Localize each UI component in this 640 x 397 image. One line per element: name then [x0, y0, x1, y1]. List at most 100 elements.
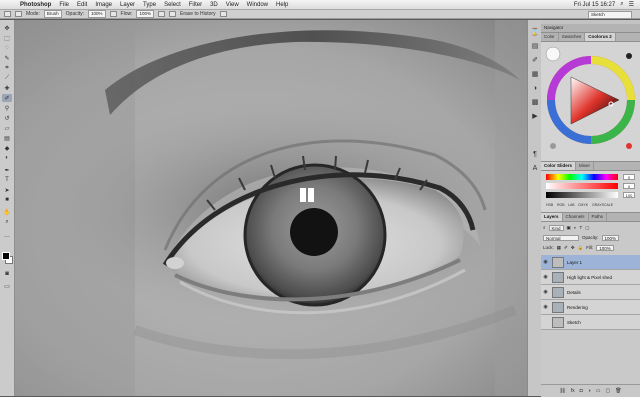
- lasso-icon[interactable]: ◌: [2, 44, 12, 52]
- airbrush-icon[interactable]: [158, 11, 165, 17]
- filter-shape-icon[interactable]: ▢: [585, 225, 589, 231]
- layer-row[interactable]: ◉ Details: [541, 285, 640, 300]
- filter-type-icon[interactable]: T: [580, 225, 583, 230]
- tab-swatches[interactable]: Swatches: [559, 33, 586, 41]
- link-layers-icon[interactable]: ⛓: [559, 388, 565, 394]
- brush-panel-icon[interactable]: ✐: [530, 56, 540, 65]
- mode-cmyk-button[interactable]: CMYK: [578, 202, 588, 208]
- mode-select[interactable]: Brush: [43, 10, 62, 18]
- kind-filter-select[interactable]: Kind: [548, 224, 564, 231]
- crop-icon[interactable]: ⌗: [2, 64, 12, 72]
- lock-paint-icon[interactable]: ✐: [564, 245, 568, 251]
- menu-select[interactable]: Select: [164, 2, 181, 8]
- adjustments-icon[interactable]: ◑: [530, 84, 540, 93]
- actions-icon[interactable]: ▶: [530, 112, 540, 121]
- spotlight-icon[interactable]: ⌕: [620, 1, 623, 8]
- quick-select-icon[interactable]: ✎: [2, 54, 12, 62]
- marquee-icon[interactable]: ⬚: [2, 34, 12, 42]
- screen-mode-icon[interactable]: ▭: [2, 282, 12, 290]
- brush-preset-icon[interactable]: [15, 11, 22, 17]
- history-brush-icon[interactable]: ↺: [2, 114, 12, 122]
- menu-window[interactable]: Window: [247, 2, 268, 8]
- styles-icon[interactable]: ▩: [530, 98, 540, 107]
- tab-layers[interactable]: Layers: [541, 213, 563, 221]
- app-menu[interactable]: Photoshop: [20, 2, 51, 8]
- menu-3d[interactable]: 3D: [210, 2, 218, 8]
- hue-value[interactable]: 0: [623, 174, 635, 180]
- filter-adjustment-icon[interactable]: ◐: [574, 225, 577, 230]
- erase-history-checkbox[interactable]: [169, 11, 176, 17]
- brush-icon[interactable]: ✐: [2, 94, 12, 102]
- properties-panel-icon[interactable]: ▤: [530, 42, 540, 51]
- mode-grayscale-button[interactable]: GRAYSCALE: [592, 202, 613, 208]
- tab-mixer[interactable]: Mixer: [576, 162, 595, 170]
- new-group-icon[interactable]: ▭: [596, 388, 601, 394]
- visibility-eye-icon[interactable]: ◉: [541, 304, 550, 310]
- edit-toolbar-icon[interactable]: …: [2, 232, 12, 240]
- brush-presets-icon[interactable]: ▦: [530, 70, 540, 79]
- brightness-slider[interactable]: 100: [546, 192, 638, 198]
- selected-hue-dot[interactable]: [626, 143, 632, 149]
- menu-view[interactable]: View: [226, 2, 239, 8]
- lock-all-icon[interactable]: 🔒: [578, 245, 584, 251]
- dodge-icon[interactable]: ◐: [2, 154, 12, 162]
- blend-mode-select[interactable]: Normal: [543, 234, 579, 241]
- gradient-icon[interactable]: ▤: [2, 134, 12, 142]
- mode-rgb-button[interactable]: RGB: [557, 202, 565, 208]
- character-icon[interactable]: A: [530, 164, 540, 173]
- navigator-panel-tab[interactable]: Navigator: [541, 24, 640, 33]
- eyedropper-icon[interactable]: ⟋: [2, 74, 12, 82]
- layer-mask-icon[interactable]: ◘: [580, 388, 583, 394]
- move-icon[interactable]: ✥: [2, 24, 12, 32]
- paragraph-icon[interactable]: ¶: [530, 150, 540, 159]
- saturation-value[interactable]: 0: [623, 183, 635, 189]
- tab-coolorus[interactable]: Coolorus 2: [585, 33, 616, 41]
- menu-file[interactable]: File: [59, 2, 69, 8]
- pressure-opacity-icon[interactable]: [109, 11, 117, 17]
- saturation-slider[interactable]: 0: [546, 183, 638, 189]
- visibility-eye-icon[interactable]: ◉: [541, 259, 550, 265]
- visibility-eye-icon[interactable]: ◉: [541, 274, 550, 280]
- tab-paths[interactable]: Paths: [589, 213, 608, 221]
- notification-icon[interactable]: ☰: [629, 1, 634, 8]
- layer-row[interactable]: ◉ High light & Pixel shed: [541, 270, 640, 285]
- tab-channels[interactable]: Channels: [563, 213, 589, 221]
- current-color-swatch[interactable]: [545, 46, 561, 62]
- blur-icon[interactable]: ◆: [2, 144, 12, 152]
- path-select-icon[interactable]: ➤: [2, 186, 12, 194]
- pen-icon[interactable]: ✒: [2, 166, 12, 174]
- layer-row[interactable]: ◉ Layer 1: [541, 255, 640, 270]
- saturation-slider-bar[interactable]: [546, 183, 618, 189]
- brightness-slider-bar[interactable]: [546, 192, 618, 198]
- clone-stamp-icon[interactable]: ⚲: [2, 104, 12, 112]
- fill-field[interactable]: 100%: [596, 244, 614, 251]
- tool-preset-icon[interactable]: [4, 11, 11, 17]
- layer-row[interactable]: Sketch: [541, 315, 640, 330]
- lock-position-icon[interactable]: ✥: [571, 245, 575, 251]
- tab-color[interactable]: Color: [541, 33, 559, 41]
- menu-help[interactable]: Help: [276, 2, 288, 8]
- quick-mask-icon[interactable]: ◙: [2, 270, 12, 278]
- zoom-icon[interactable]: ⌕: [2, 218, 12, 226]
- opacity-field[interactable]: 100%: [88, 10, 106, 18]
- hue-slider-bar[interactable]: [546, 174, 618, 180]
- new-layer-icon[interactable]: ▢: [605, 388, 610, 394]
- layer-opacity-field[interactable]: 100%: [601, 234, 620, 241]
- tab-color-sliders[interactable]: Color Sliders: [541, 162, 577, 170]
- history-panel-icon[interactable]: ⌛: [530, 28, 540, 37]
- menu-edit[interactable]: Edit: [77, 2, 87, 8]
- document-canvas[interactable]: [15, 20, 540, 396]
- mode-hsb-button[interactable]: HSB: [546, 202, 553, 208]
- visibility-eye-icon[interactable]: ◉: [541, 289, 550, 295]
- wheel-options-icon[interactable]: [550, 143, 556, 149]
- flow-field[interactable]: 100%: [136, 10, 154, 18]
- lock-pixels-icon[interactable]: ▦: [557, 245, 561, 251]
- trash-icon[interactable]: 🗑: [615, 388, 621, 394]
- hue-slider[interactable]: 0: [546, 174, 638, 180]
- menu-layer[interactable]: Layer: [120, 2, 135, 8]
- foreground-color-swatch[interactable]: [2, 252, 10, 260]
- wheel-mode-icon[interactable]: [626, 53, 632, 59]
- adjustment-layer-icon[interactable]: ◑: [588, 388, 591, 394]
- pressure-size-icon[interactable]: [219, 11, 227, 17]
- brightness-value[interactable]: 100: [623, 192, 635, 198]
